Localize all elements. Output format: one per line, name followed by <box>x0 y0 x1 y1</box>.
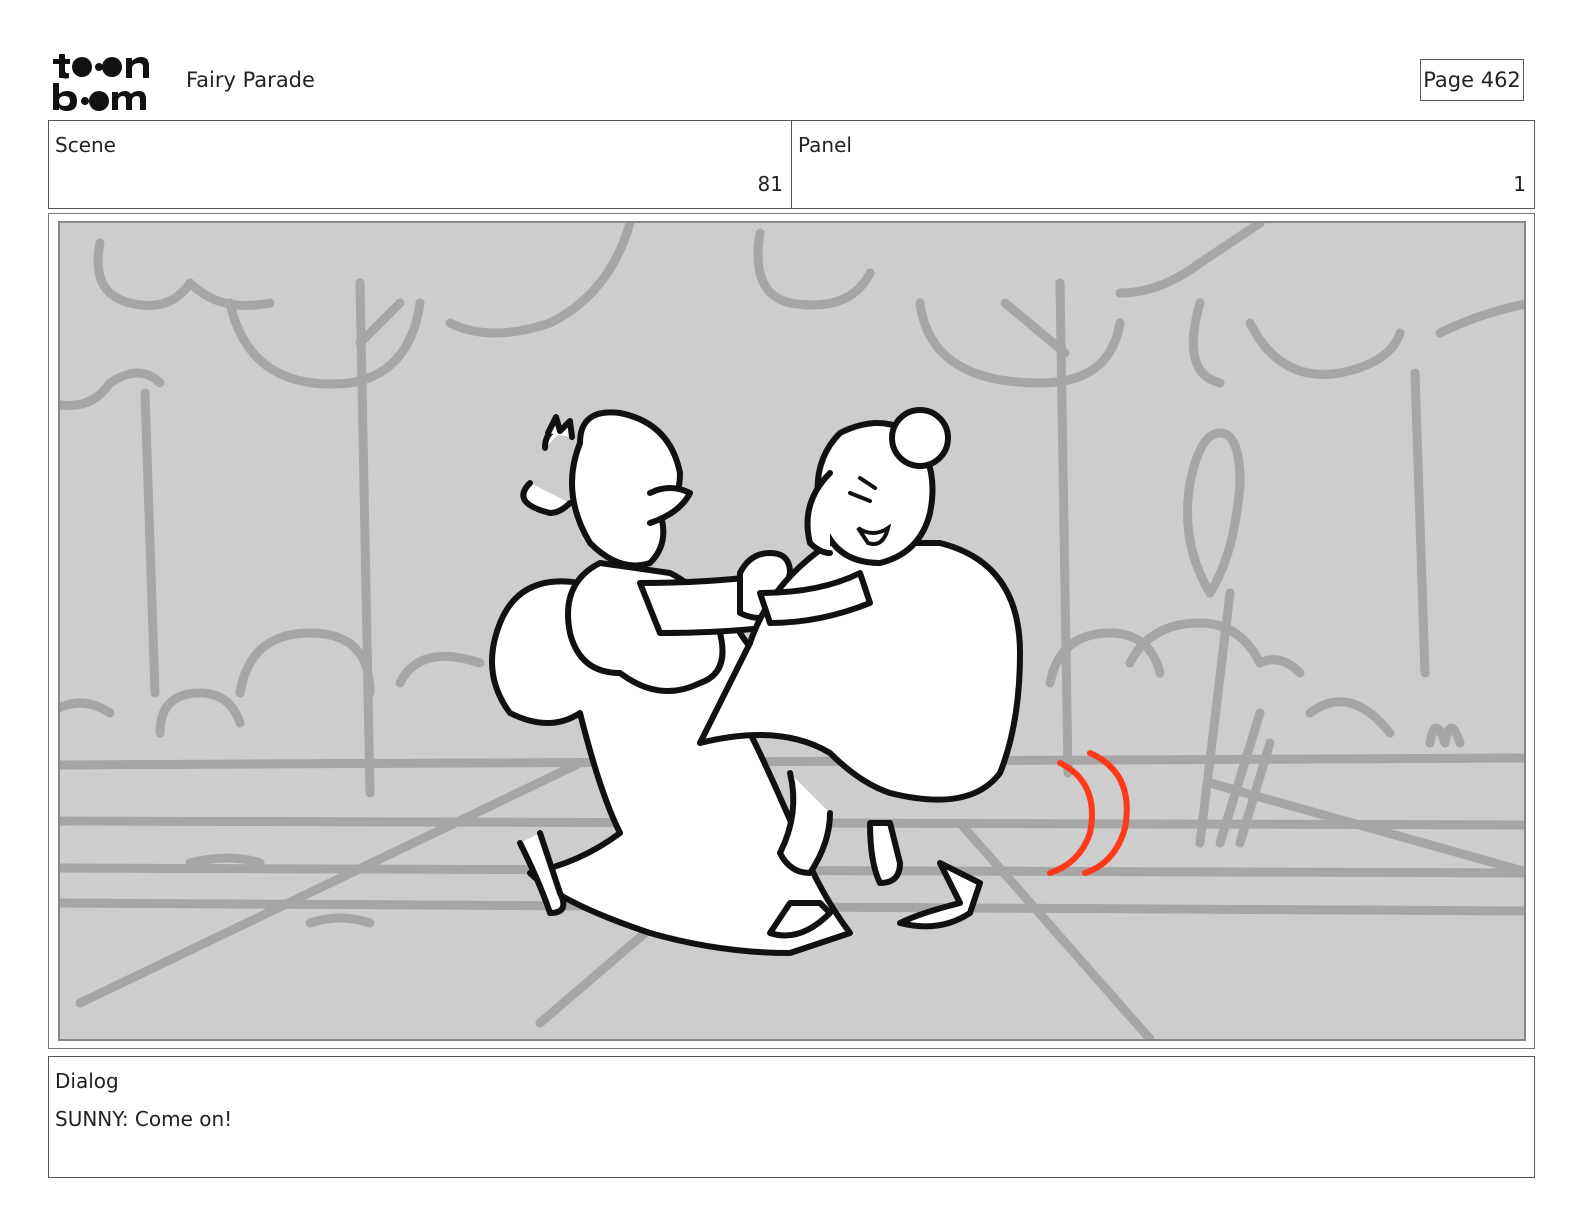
page-number: Page 462 <box>1420 59 1524 101</box>
storyboard-sketch <box>60 223 1524 1039</box>
toon-boom-logo-graphic <box>53 54 149 111</box>
project-title: Fairy Parade <box>186 68 315 92</box>
panel-value: 1 <box>1513 172 1526 196</box>
storyboard-panel-image <box>58 221 1526 1041</box>
scene-cell: Scene 81 <box>49 121 791 208</box>
scene-label: Scene <box>55 133 116 157</box>
dialog-text: SUNNY: Come on! <box>55 1107 233 1131</box>
dialog-box: Dialog SUNNY: Come on! <box>48 1056 1535 1178</box>
scene-panel-info: Scene 81 Panel 1 <box>48 120 1535 209</box>
toon-boom-logo <box>50 50 164 112</box>
panel-label: Panel <box>798 133 852 157</box>
panel-cell: Panel 1 <box>791 121 1534 208</box>
dialog-label: Dialog <box>55 1069 119 1093</box>
scene-value: 81 <box>757 172 783 196</box>
